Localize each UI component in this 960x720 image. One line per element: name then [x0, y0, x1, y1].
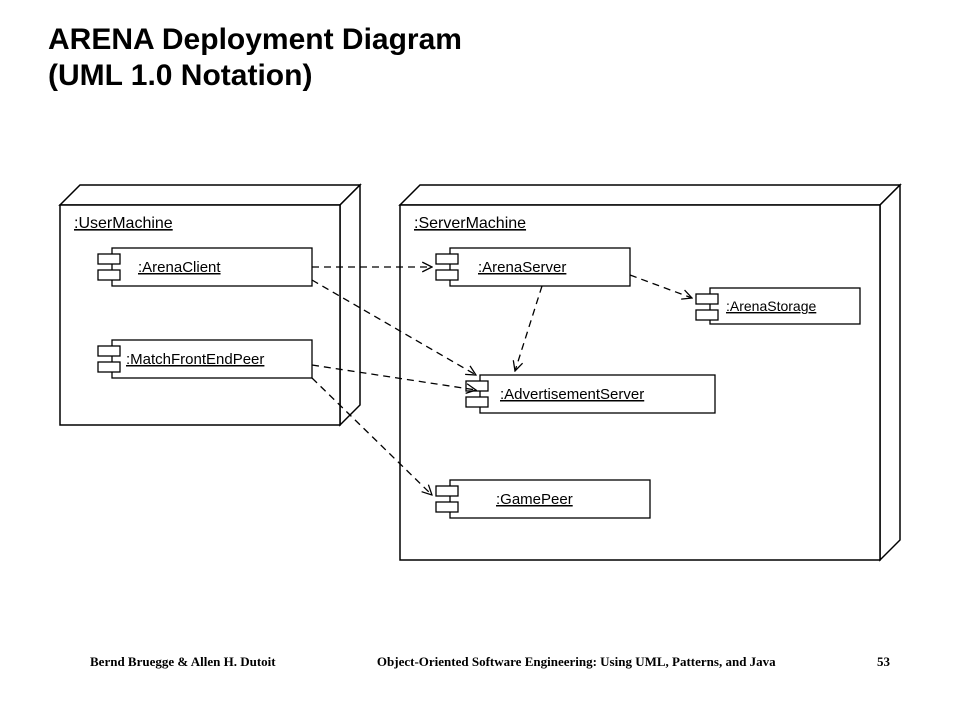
title-line-2: (UML 1.0 Notation)	[48, 58, 462, 94]
slide-footer: Bernd Bruegge & Allen H. Dutoit Object-O…	[0, 654, 960, 670]
component-match-front-end-peer: :MatchFrontEndPeer	[98, 340, 312, 378]
component-game-peer: :GamePeer	[436, 480, 650, 518]
advertisement-server-label: :AdvertisementServer	[500, 386, 644, 403]
node-server-machine: :ServerMachine :ArenaServer :ArenaStorag…	[400, 185, 900, 560]
node-user-machine: :UserMachine :ArenaClient :MatchFrontEnd…	[60, 185, 360, 425]
component-advertisement-server: :AdvertisementServer	[466, 375, 715, 413]
arena-client-label: :ArenaClient	[138, 259, 221, 276]
game-peer-label: :GamePeer	[496, 491, 573, 508]
footer-book-title: Object-Oriented Software Engineering: Us…	[377, 654, 776, 670]
server-machine-label: :ServerMachine	[414, 215, 526, 232]
arena-server-label: :ArenaServer	[478, 259, 566, 276]
match-front-end-peer-label: :MatchFrontEndPeer	[126, 351, 264, 368]
title-line-1: ARENA Deployment Diagram	[48, 22, 462, 58]
component-arena-storage: :ArenaStorage	[696, 288, 860, 324]
user-machine-label: :UserMachine	[74, 215, 173, 232]
footer-author: Bernd Bruegge & Allen H. Dutoit	[90, 654, 276, 670]
deployment-diagram: :UserMachine :ArenaClient :MatchFrontEnd…	[40, 170, 920, 600]
component-arena-server: :ArenaServer	[436, 248, 630, 286]
footer-page-number: 53	[877, 654, 890, 670]
arena-storage-label: :ArenaStorage	[726, 298, 816, 314]
component-arena-client: :ArenaClient	[98, 248, 312, 286]
slide-title: ARENA Deployment Diagram (UML 1.0 Notati…	[48, 22, 462, 94]
